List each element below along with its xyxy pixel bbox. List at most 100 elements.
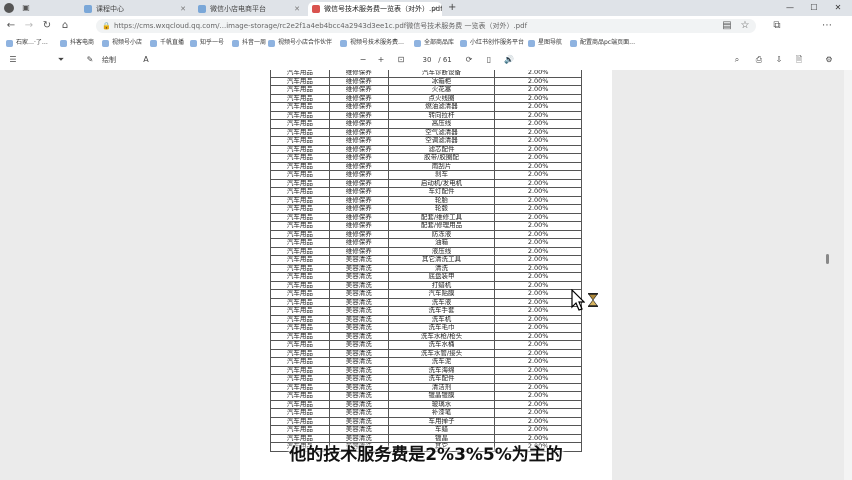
- page-number-input[interactable]: 30: [420, 53, 434, 67]
- fee-rate-cell: 2.00%: [494, 238, 582, 248]
- table-row: 汽车用品 维修保养 点火线圈 2.00%: [270, 93, 582, 103]
- bookmark-item[interactable]: 抖客电商: [60, 37, 94, 49]
- window-close-icon[interactable]: ✕: [826, 0, 850, 16]
- category-cell: 汽车用品: [270, 153, 330, 163]
- category-cell: 汽车用品: [270, 255, 330, 265]
- subcategory-cell: 美容清洗: [328, 357, 389, 367]
- fee-rate-cell: 2.00%: [494, 153, 582, 163]
- filter-icon[interactable]: ⏷: [54, 53, 68, 67]
- category-cell: 汽车用品: [270, 391, 330, 401]
- settings-more-icon[interactable]: ⋯: [820, 19, 834, 33]
- bookmark-item[interactable]: 抖音一周: [232, 37, 266, 49]
- subcategory-cell: 维修保养: [328, 229, 389, 239]
- reader-mode-icon[interactable]: ▤: [720, 19, 734, 33]
- item-cell: 轮胎: [387, 195, 496, 205]
- refresh-icon[interactable]: ↻: [40, 19, 54, 33]
- subcategory-cell: 美容清洗: [328, 391, 389, 401]
- category-cell: 汽车用品: [270, 340, 330, 350]
- favorite-icon[interactable]: ☆: [738, 19, 752, 33]
- item-cell: 液压线: [387, 246, 496, 256]
- bookmark-item[interactable]: 石家…·了…: [6, 37, 48, 49]
- pin-toolbar-icon[interactable]: ⚙: [822, 53, 836, 67]
- bookmark-item[interactable]: 知乎一号: [190, 37, 224, 49]
- rotate-icon[interactable]: ⟳: [462, 53, 476, 67]
- home-icon[interactable]: ⌂: [58, 19, 72, 33]
- bookmark-icon: [150, 40, 157, 47]
- fee-rate-cell: 2.00%: [494, 178, 582, 188]
- tab-pdf-document[interactable]: 微信号技术服务费一览表（对外）.pdf ✕: [308, 2, 442, 16]
- fee-rate-cell: 2.00%: [494, 289, 582, 299]
- zoom-out-icon[interactable]: −: [356, 53, 370, 67]
- fee-rate-cell: 2.00%: [494, 127, 582, 137]
- category-cell: 汽车用品: [270, 314, 330, 324]
- scrollbar-thumb[interactable]: [826, 254, 829, 264]
- forward-icon[interactable]: →: [22, 19, 36, 33]
- close-icon[interactable]: ✕: [432, 2, 438, 16]
- table-row: 汽车用品 美容清洗 洗车机 2.00%: [270, 314, 582, 324]
- back-icon[interactable]: ←: [4, 19, 18, 33]
- fee-rate-cell: 2.00%: [494, 348, 582, 358]
- item-cell: 补漆笔: [387, 408, 496, 418]
- bookmark-icon: [528, 40, 535, 47]
- fee-rate-cell: 2.00%: [494, 161, 582, 171]
- tab-favicon-icon: [198, 5, 206, 13]
- table-row: 汽车用品 美容清洗 补漆笔 2.00%: [270, 408, 582, 418]
- fee-rate-cell: 2.00%: [494, 425, 582, 435]
- bookmark-item[interactable]: 视频号小店合作伙伴: [268, 37, 332, 49]
- table-row: 汽车用品 美容清洗 清洁剂 2.00%: [270, 382, 582, 392]
- collections-icon[interactable]: ⧉: [770, 19, 784, 33]
- subcategory-cell: 维修保养: [328, 127, 389, 137]
- draw-button[interactable]: 绘制: [98, 53, 120, 67]
- save-icon[interactable]: ⇩: [772, 53, 786, 67]
- bookmark-item[interactable]: 小红书创作服务平台: [460, 37, 524, 49]
- maximize-icon[interactable]: ☐: [802, 0, 826, 16]
- pdf-viewer[interactable]: 汽车用品 维修保养 汽车诊断设备 2.00% 汽车用品 维修保养 冰箱柜 2.00% 汽车用品维…: [0, 70, 852, 480]
- bookmark-item[interactable]: 星图导航: [528, 37, 562, 49]
- tab-course-center[interactable]: 课程中心 ✕: [80, 2, 190, 16]
- bookmark-item[interactable]: 视频号技术服务费…: [340, 37, 404, 49]
- category-cell: 汽车用品: [270, 170, 330, 180]
- fee-rate-cell: 2.00%: [494, 357, 582, 367]
- minimize-icon[interactable]: —: [778, 0, 802, 16]
- new-tab-icon[interactable]: +: [448, 2, 456, 14]
- profile-avatar[interactable]: [4, 3, 14, 13]
- url-field[interactable]: 🔒 https://cms.wxqcloud.qq.com/...image-s…: [96, 19, 756, 33]
- fee-rate-cell: 2.00%: [494, 76, 582, 86]
- read-aloud-icon[interactable]: 🔊: [502, 53, 516, 67]
- draw-icon[interactable]: ✎: [84, 53, 96, 67]
- category-cell: 汽车用品: [270, 195, 330, 205]
- search-icon[interactable]: ⌕: [730, 53, 744, 67]
- bookmark-item[interactable]: 配置商品pc端页面…: [570, 37, 635, 49]
- page-view-icon[interactable]: ▯: [482, 53, 496, 67]
- fee-rate-cell: 2.00%: [494, 102, 582, 112]
- table-of-contents-icon[interactable]: ☰: [6, 53, 20, 67]
- bookmark-icon: [232, 40, 239, 47]
- highlight-icon[interactable]: A: [140, 53, 152, 67]
- fee-rate-cell: 2.00%: [494, 136, 582, 146]
- print-icon[interactable]: ⎙: [752, 53, 766, 67]
- bookmark-item[interactable]: 千帆直播: [150, 37, 184, 49]
- save-as-icon[interactable]: 🗎: [792, 53, 806, 67]
- fee-table: 汽车用品 维修保养 汽车诊断设备 2.00% 汽车用品 维修保养 冰箱柜 2.00% 汽车用品维…: [270, 70, 582, 452]
- subcategory-cell: 维修保养: [328, 70, 389, 78]
- subcategory-cell: 美容清洗: [328, 263, 389, 273]
- item-cell: 清洗: [387, 263, 496, 273]
- item-cell: 洗车水桶: [387, 340, 496, 350]
- tab-actions-icon[interactable]: ▣: [20, 2, 32, 14]
- bookmark-item[interactable]: 全部商品库: [414, 37, 454, 49]
- zoom-in-icon[interactable]: +: [374, 53, 388, 67]
- item-cell: 车用掸子: [387, 416, 496, 426]
- table-row: 汽车用品 维修保养 配套/修理用品 2.00%: [270, 221, 582, 231]
- tab-wechat-shop[interactable]: 微信小店电商平台 ✕: [194, 2, 304, 16]
- fit-page-icon[interactable]: ⊡: [394, 53, 408, 67]
- vertical-scrollbar[interactable]: [844, 70, 852, 480]
- item-cell: 火花塞: [387, 85, 496, 95]
- subcategory-cell: 美容清洗: [328, 340, 389, 350]
- category-cell: 汽车用品: [270, 399, 330, 409]
- item-cell: 镀晶镀膜: [387, 391, 496, 401]
- close-icon[interactable]: ✕: [294, 2, 300, 16]
- close-icon[interactable]: ✕: [180, 2, 186, 16]
- bookmark-item[interactable]: 视频号小店: [102, 37, 142, 49]
- fee-rate-cell: 2.00%: [494, 195, 582, 205]
- subcategory-cell: 维修保养: [328, 204, 389, 214]
